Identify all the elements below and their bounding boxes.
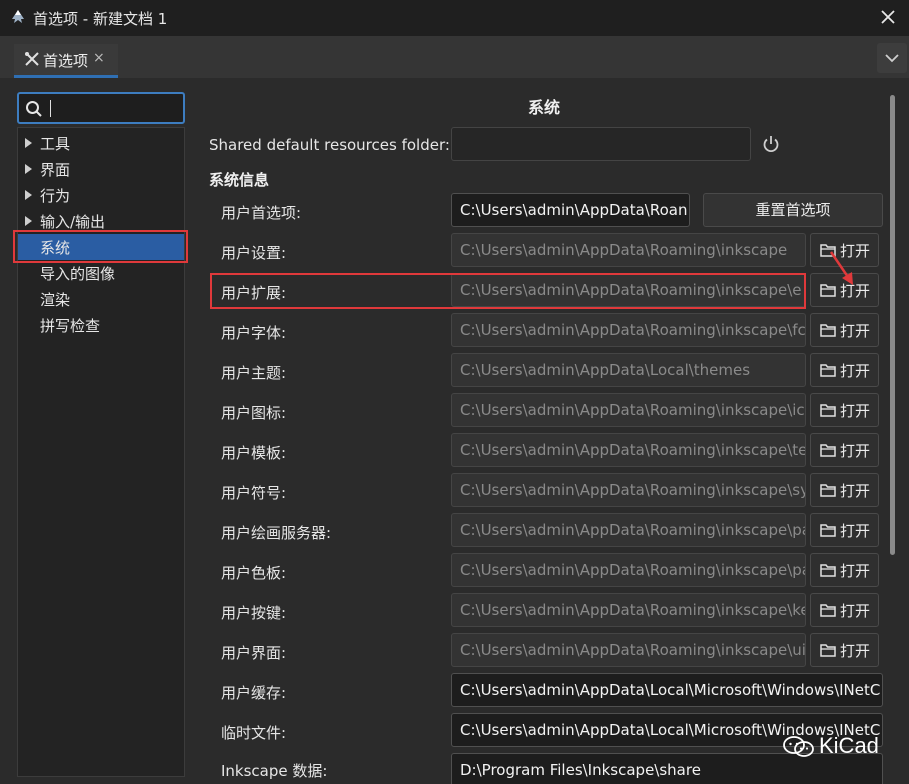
path-field-user-icons: C:\Users\admin\AppData\Roaming\inkscape\… [451,393,806,427]
open-button[interactable]: 打开 [810,633,879,667]
chevron-down-icon [885,54,899,63]
path-field-user-symbols: C:\Users\admin\AppData\Roaming\inkscape\… [451,473,806,507]
folder-icon [820,404,836,417]
tab-strip: 首选项 × [0,36,909,78]
row-label-user-icons: 用户图标: [221,404,287,422]
row-label-user-settings: 用户设置: [221,244,287,262]
expand-arrow-icon[interactable] [25,138,32,148]
path-field-user-paint-servers: C:\Users\admin\AppData\Roaming\inkscape\… [451,513,806,547]
open-button[interactable]: 打开 [810,353,879,387]
tree-item-label: 界面 [40,161,71,179]
path-field-user-keys: C:\Users\admin\AppData\Roaming\inkscape\… [451,593,806,627]
open-label: 打开 [840,362,871,380]
tree-item-tools[interactable]: 工具 [18,130,184,156]
folder-icon [820,604,836,617]
window-title: 首选项 - 新建文档 1 [33,10,168,28]
tree-item-rendering[interactable]: 渲染 [18,286,184,312]
tree-item-interface[interactable]: 界面 [18,156,184,182]
tree-item-label: 行为 [40,187,71,205]
path-field-user-palettes: C:\Users\admin\AppData\Roaming\inkscape\… [451,553,806,587]
tree-item-label: 拼写检查 [40,317,101,335]
row-label-temp-files: 临时文件: [221,724,287,742]
expand-arrow-icon[interactable] [25,216,32,226]
system-info-heading: 系统信息 [209,171,270,189]
row-label-user-keys: 用户按键: [221,604,287,622]
watermark-text: KiCad [819,733,879,758]
expand-arrow-icon[interactable] [25,164,32,174]
row-label-user-themes: 用户主题: [221,364,287,382]
open-label: 打开 [840,322,871,340]
row-label-user-templates: 用户模板: [221,444,287,462]
path-field-user-cache[interactable]: C:\Users\admin\AppData\Local\Microsoft\W… [451,673,883,707]
path-field-user-ui: C:\Users\admin\AppData\Roaming\inkscape\… [451,633,806,667]
open-label: 打开 [840,642,871,660]
tab-close-button[interactable]: × [93,50,105,66]
folder-icon [820,484,836,497]
watermark: KiCad [783,733,883,761]
folder-icon [820,564,836,577]
row-label-user-paint-servers: 用户绘画服务器: [221,524,332,542]
shared-resources-field[interactable] [451,127,751,161]
tree-item-label: 工具 [40,135,71,153]
selection-highlight-box [13,230,188,263]
open-button[interactable]: 打开 [810,593,879,627]
reset-preferences-button[interactable]: 重置首选项 [703,193,883,227]
shared-resources-label: Shared default resources folder: [209,136,450,154]
open-label: 打开 [840,522,871,540]
path-field-user-preferences[interactable]: C:\Users\admin\AppData\Roan [451,193,690,227]
red-arrow-icon [829,251,853,285]
tree-item-label: 渲染 [40,291,71,309]
open-label: 打开 [840,602,871,620]
scrollbar[interactable] [890,95,895,555]
power-icon[interactable] [761,134,781,154]
open-button[interactable]: 打开 [810,393,879,427]
folder-icon [820,644,836,657]
folder-icon [820,444,836,457]
row-label-user-fonts: 用户字体: [221,324,287,342]
row-label-user-ui: 用户界面: [221,644,287,662]
search-icon [26,101,42,117]
open-label: 打开 [840,442,871,460]
row-label-user-symbols: 用户符号: [221,484,287,502]
wechat-logo-icon [783,736,814,757]
row-label-user-palettes: 用户色板: [221,564,287,582]
close-window-icon[interactable] [877,6,899,28]
tab-menu-button[interactable] [877,43,907,73]
open-label: 打开 [840,482,871,500]
tree-item-imported-images[interactable]: 导入的图像 [18,260,184,286]
tree-item-label: 导入的图像 [40,265,116,283]
search-input[interactable] [17,92,185,124]
tools-icon [25,52,39,66]
folder-icon [820,364,836,377]
open-button[interactable]: 打开 [810,433,879,467]
section-heading: 系统 [528,98,561,117]
path-field-user-fonts: C:\Users\admin\AppData\Roaming\inkscape\… [451,313,806,347]
path-field-user-themes: C:\Users\admin\AppData\Local\themes [451,353,806,387]
tree-item-behavior[interactable]: 行为 [18,182,184,208]
folder-icon [820,324,836,337]
tree-item-spellcheck[interactable]: 拼写检查 [18,312,184,338]
tab-label: 首选项 [43,52,89,70]
tab-preferences[interactable]: 首选项 × [14,44,118,78]
preferences-tree: 工具 界面 行为 输入/输出 系统 导入的图像 渲染 拼写检查 [17,127,185,777]
inkscape-logo-icon [12,10,24,23]
row-label-user-cache: 用户缓存: [221,684,287,702]
expand-arrow-icon[interactable] [25,190,32,200]
open-button[interactable]: 打开 [810,313,879,347]
open-label: 打开 [840,562,871,580]
row-label-user-preferences: 用户首选项: [221,204,302,222]
path-field-user-templates: C:\Users\admin\AppData\Roaming\inkscape\… [451,433,806,467]
open-button[interactable]: 打开 [810,513,879,547]
title-bar: 首选项 - 新建文档 1 [0,0,909,36]
folder-icon [820,524,836,537]
text-caret [50,100,51,117]
path-field-user-settings: C:\Users\admin\AppData\Roaming\inkscape [451,233,806,267]
open-button[interactable]: 打开 [810,473,879,507]
tree-item-label: 输入/输出 [40,213,106,231]
open-label: 打开 [840,402,871,420]
highlight-box-user-extensions [210,273,806,309]
row-label-inkscape-data: Inkscape 数据: [221,762,328,780]
open-button[interactable]: 打开 [810,553,879,587]
